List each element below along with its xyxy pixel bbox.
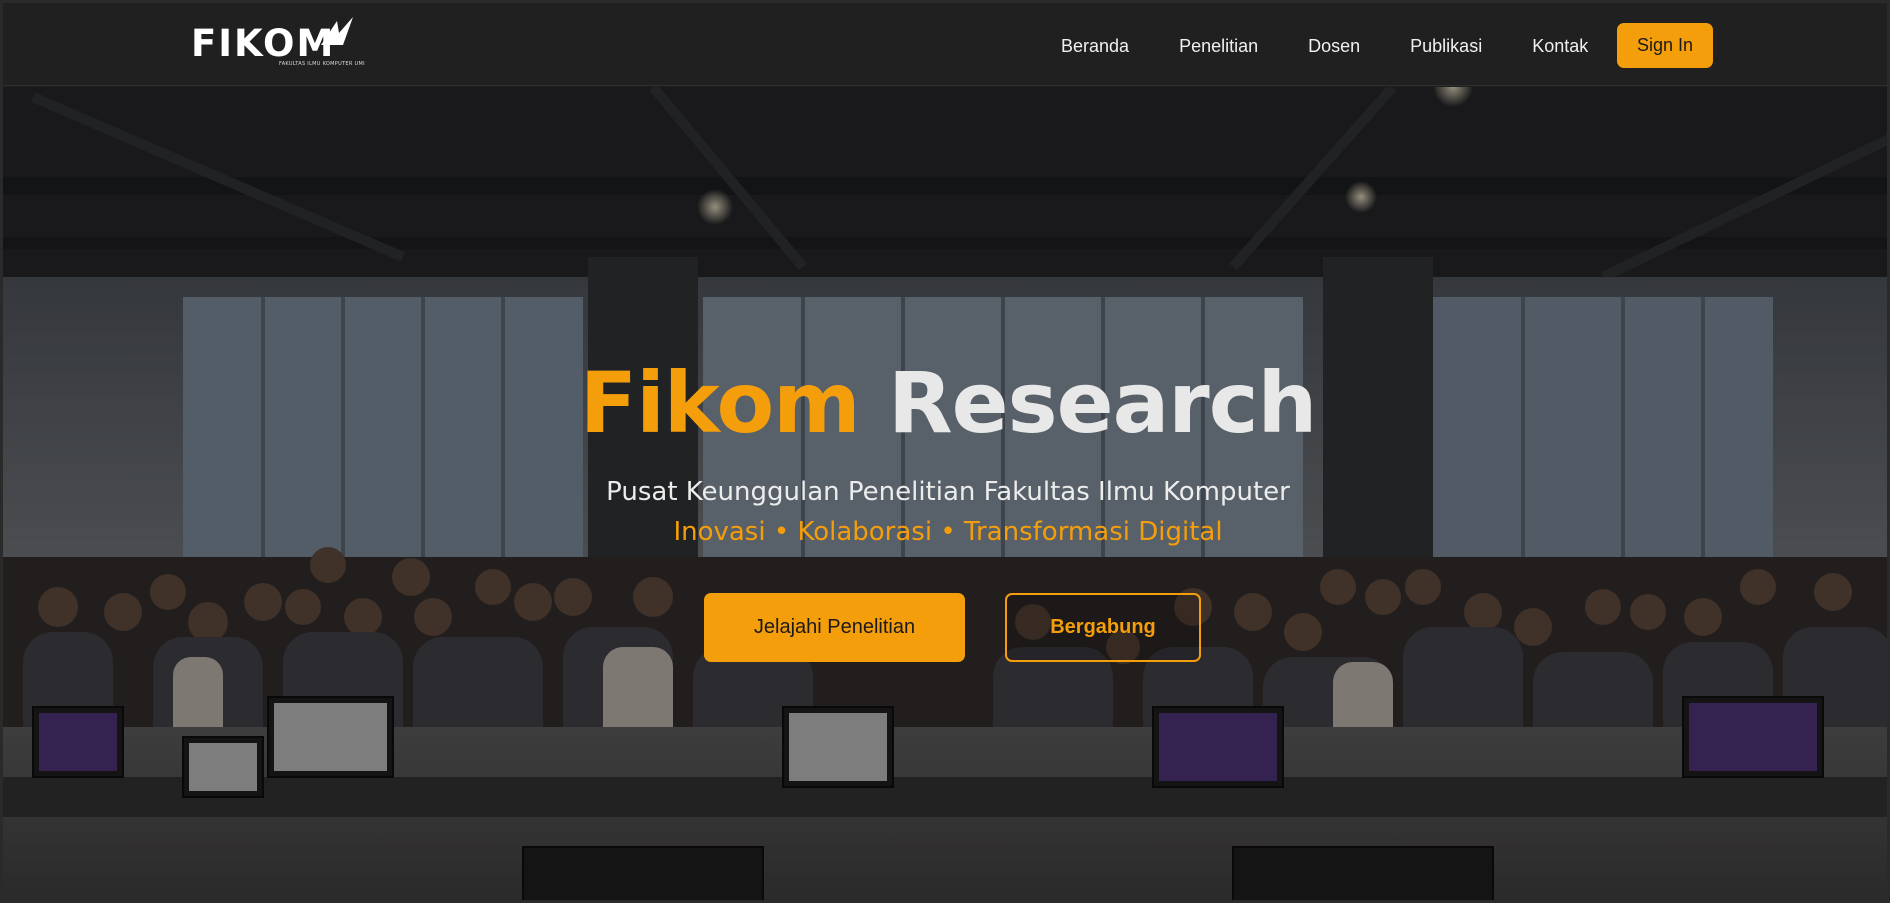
main-nav: Beranda Penelitian Dosen Publikasi Konta… (1061, 33, 1588, 59)
hero-tagline: Inovasi • Kolaborasi • Transformasi Digi… (673, 517, 1223, 547)
navbar: FIKOM FAKULTAS ILMU KOMPUTER UMI Beranda… (3, 3, 1887, 86)
hero-section: Fikom Research Pusat Keunggulan Peneliti… (3, 87, 1887, 900)
nav-item-dosen[interactable]: Dosen (1308, 33, 1360, 59)
hero-title-rest: Research (887, 354, 1317, 452)
fikom-logo[interactable]: FIKOM FAKULTAS ILMU KOMPUTER UMI (191, 17, 371, 73)
sign-in-button[interactable]: Sign In (1617, 23, 1713, 68)
logo-wordmark: FIKOM (191, 22, 336, 65)
nav-item-beranda[interactable]: Beranda (1061, 33, 1129, 59)
logo-tagline: FAKULTAS ILMU KOMPUTER UMI (279, 61, 365, 67)
nav-item-penelitian[interactable]: Penelitian (1179, 33, 1258, 59)
hero-subtitle: Pusat Keunggulan Penelitian Fakultas Ilm… (606, 477, 1290, 507)
hero-title-accent: Fikom (579, 354, 861, 452)
explore-research-button[interactable]: Jelajahi Penelitian (704, 593, 965, 662)
nav-item-publikasi[interactable]: Publikasi (1410, 33, 1482, 59)
logo-flame-icon (321, 17, 353, 45)
join-button[interactable]: Bergabung (1005, 593, 1201, 662)
hero-title: Fikom Research (3, 354, 1887, 452)
nav-item-kontak[interactable]: Kontak (1532, 33, 1588, 59)
browser-viewport: FIKOM FAKULTAS ILMU KOMPUTER UMI Beranda… (0, 0, 1890, 903)
